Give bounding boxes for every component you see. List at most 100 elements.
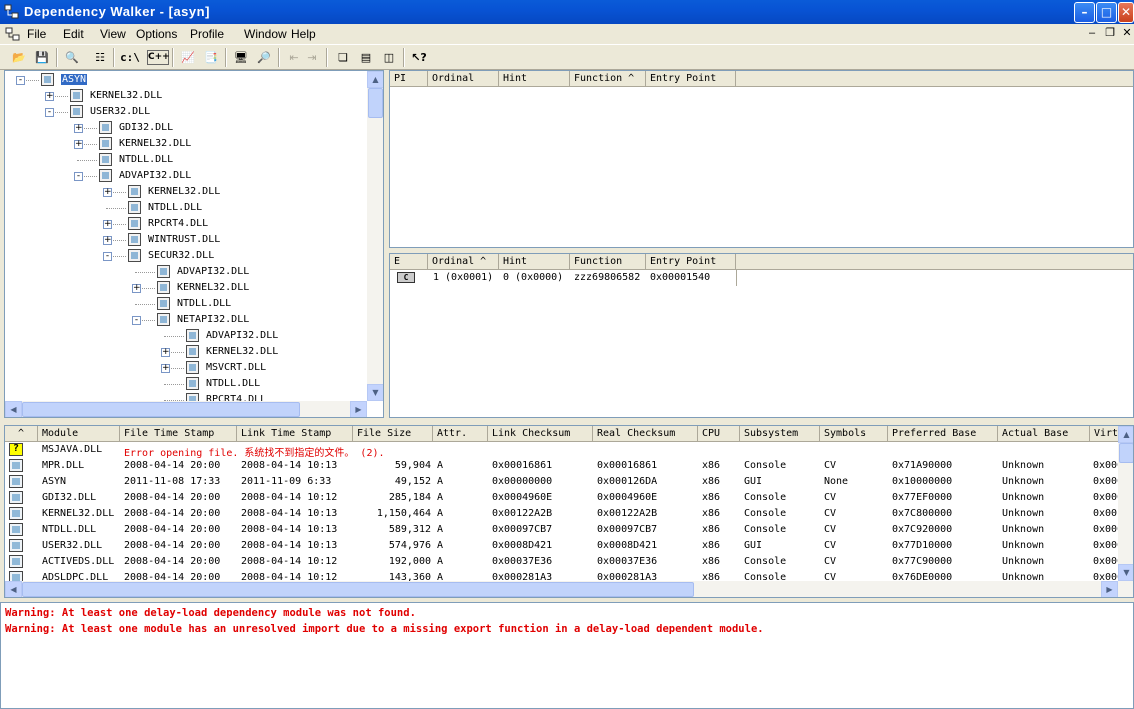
cascade-icon[interactable]: ❏ <box>333 48 353 67</box>
col-preferred-base[interactable]: Preferred Base <box>888 426 998 442</box>
col-cpu[interactable]: CPU <box>698 426 740 442</box>
table-row[interactable]: KERNEL32.DLL 2008-04-14 20:00 2008-04-14 1… <box>5 506 1123 522</box>
mdi-minimize-icon[interactable]: – <box>1084 26 1100 41</box>
next-icon[interactable]: ⇥ <box>302 48 322 67</box>
table-row[interactable]: ASYN 2011-11-08 17:33 2011-11-09 6:33 49,15… <box>5 474 1123 490</box>
expand-icon[interactable]: + <box>45 92 54 101</box>
tree-node[interactable]: + GDI32.DLL <box>5 120 365 136</box>
col-pi[interactable]: PI <box>390 71 428 87</box>
context-help-icon[interactable]: ↖? <box>409 48 429 67</box>
scroll-left-icon[interactable]: ◀ <box>5 581 22 597</box>
tree-node[interactable]: + WINTRUST.DLL <box>5 232 365 248</box>
tree-node[interactable]: NTDLL.DLL <box>5 200 365 216</box>
expand-icon[interactable]: + <box>103 236 112 245</box>
scroll-right-icon[interactable]: ▶ <box>350 401 367 417</box>
exports-list[interactable]: E Ordinal ^ Hint Function Entry Point C … <box>389 253 1134 418</box>
document-icon[interactable] <box>5 27 21 41</box>
tree-node[interactable]: NTDLL.DLL <box>5 296 365 312</box>
prev-icon[interactable]: ⇤ <box>284 48 304 67</box>
collapse-icon[interactable]: - <box>45 108 54 117</box>
tree-node[interactable]: + KERNEL32.DLL <box>5 184 365 200</box>
tree-node[interactable]: - ASYN <box>5 72 365 88</box>
tree-node[interactable]: - NETAPI32.DLL <box>5 312 365 328</box>
log-window[interactable]: Warning: At least one delay-load depende… <box>0 602 1134 709</box>
expand-icon[interactable]: + <box>74 124 83 133</box>
tree-node[interactable]: + KERNEL32.DLL <box>5 344 365 360</box>
menu-help[interactable]: Help <box>291 27 316 41</box>
system-info-icon[interactable]: 🖥 <box>231 48 251 67</box>
table-row[interactable]: GDI32.DLL 2008-04-14 20:00 2008-04-14 10:1… <box>5 490 1123 506</box>
col-file-time-stamp[interactable]: File Time Stamp <box>120 426 237 442</box>
scroll-down-icon[interactable]: ▼ <box>1118 564 1133 581</box>
collapse-icon[interactable]: - <box>16 76 25 85</box>
expand-icon[interactable]: + <box>132 284 141 293</box>
scroll-thumb[interactable] <box>1119 443 1133 463</box>
expand-icon[interactable]: + <box>103 220 112 229</box>
col-function[interactable]: Function <box>570 254 646 270</box>
title-bar[interactable]: Dependency Walker - [asyn] – □ ✕ <box>0 0 1134 24</box>
col-entry-point[interactable]: Entry Point <box>646 254 736 270</box>
menu-view[interactable]: View <box>100 27 126 41</box>
collapse-icon[interactable]: - <box>74 172 83 181</box>
collapse-icon[interactable]: - <box>132 316 141 325</box>
minimize-button[interactable]: – <box>1074 2 1095 23</box>
table-row[interactable]: NTDLL.DLL 2008-04-14 20:00 2008-04-14 10:1… <box>5 522 1123 538</box>
scroll-thumb[interactable] <box>22 582 694 597</box>
table-row[interactable]: USER32.DLL 2008-04-14 20:00 2008-04-14 10:… <box>5 538 1123 554</box>
col-real-checksum[interactable]: Real Checksum <box>593 426 698 442</box>
scroll-up-icon[interactable]: ▲ <box>1118 426 1133 443</box>
col-module[interactable]: Module <box>38 426 120 442</box>
col-function[interactable]: Function ^ <box>570 71 646 87</box>
open-icon[interactable]: 📂 <box>9 48 29 67</box>
tree-node[interactable]: + KERNEL32.DLL <box>5 280 365 296</box>
tree-node[interactable]: - SECUR32.DLL <box>5 248 365 264</box>
col-sort[interactable]: ^ <box>5 426 38 442</box>
col-symbols[interactable]: Symbols <box>820 426 888 442</box>
scroll-thumb[interactable] <box>368 88 383 118</box>
scroll-right-icon[interactable]: ▶ <box>1101 581 1118 597</box>
expand-icon[interactable]: + <box>103 188 112 197</box>
tree-node[interactable]: + KERNEL32.DLL <box>5 136 365 152</box>
tree-node[interactable]: NTDLL.DLL <box>5 376 365 392</box>
col-entry-point[interactable]: Entry Point <box>646 71 736 87</box>
menu-profile[interactable]: Profile <box>190 27 224 41</box>
col-hint[interactable]: Hint <box>499 254 570 270</box>
col-subsystem[interactable]: Subsystem <box>740 426 820 442</box>
module-list[interactable]: ^ Module File Time Stamp Link Time Stamp… <box>4 425 1134 598</box>
table-row[interactable]: ACTIVEDS.DLL 2008-04-14 20:00 2008-04-14 1… <box>5 554 1123 570</box>
profile-icon[interactable]: 📈 <box>178 48 198 67</box>
collapse-icon[interactable]: - <box>103 252 112 261</box>
tree-node[interactable]: + RPCRT4.DLL <box>5 216 365 232</box>
col-link-time-stamp[interactable]: Link Time Stamp <box>237 426 353 442</box>
full-paths-button[interactable]: c:\ <box>119 48 141 67</box>
menu-window[interactable]: Window <box>244 27 287 41</box>
col-actual-base[interactable]: Actual Base <box>998 426 1090 442</box>
tile-horizontal-icon[interactable]: ▤ <box>356 48 376 67</box>
table-row[interactable]: C 1 (0x0001) 0 (0x0000) zzz69806582 0x00… <box>390 270 1133 286</box>
tree-node[interactable]: NTDLL.DLL <box>5 152 365 168</box>
scroll-down-icon[interactable]: ▼ <box>367 384 383 401</box>
tree-node[interactable]: - ADVAPI32.DLL <box>5 168 365 184</box>
modules-horizontal-scrollbar[interactable]: ◀ ▶ <box>5 581 1133 597</box>
col-attr[interactable]: Attr. <box>433 426 488 442</box>
module-info-icon[interactable]: 🔎 <box>254 48 274 67</box>
menu-options[interactable]: Options <box>136 27 177 41</box>
tree-node[interactable]: - USER32.DLL <box>5 104 365 120</box>
col-e[interactable]: E <box>390 254 428 270</box>
col-ordinal[interactable]: Ordinal <box>428 71 499 87</box>
close-button[interactable]: ✕ <box>1118 2 1134 23</box>
tile-vertical-icon[interactable]: ◫ <box>379 48 399 67</box>
scroll-up-icon[interactable]: ▲ <box>367 71 383 88</box>
maximize-button[interactable]: □ <box>1096 2 1117 23</box>
imports-list[interactable]: PI Ordinal Hint Function ^ Entry Point <box>389 70 1134 248</box>
table-row[interactable]: ? MSJAVA.DLL Error opening file. 系统找不到指定的文… <box>5 442 1118 459</box>
modules-vertical-scrollbar[interactable]: ▲ ▼ <box>1118 426 1133 581</box>
tree-node[interactable]: ADVAPI32.DLL <box>5 264 365 280</box>
col-ordinal[interactable]: Ordinal ^ <box>428 254 499 270</box>
save-icon[interactable]: 💾 <box>32 48 52 67</box>
mdi-restore-icon[interactable]: ❐ <box>1102 26 1118 41</box>
undecorate-cpp-button[interactable]: C++ <box>147 50 170 65</box>
tree-vertical-scrollbar[interactable]: ▲ ▼ <box>367 71 383 401</box>
expand-icon[interactable]: + <box>74 140 83 149</box>
scroll-thumb[interactable] <box>22 402 300 417</box>
